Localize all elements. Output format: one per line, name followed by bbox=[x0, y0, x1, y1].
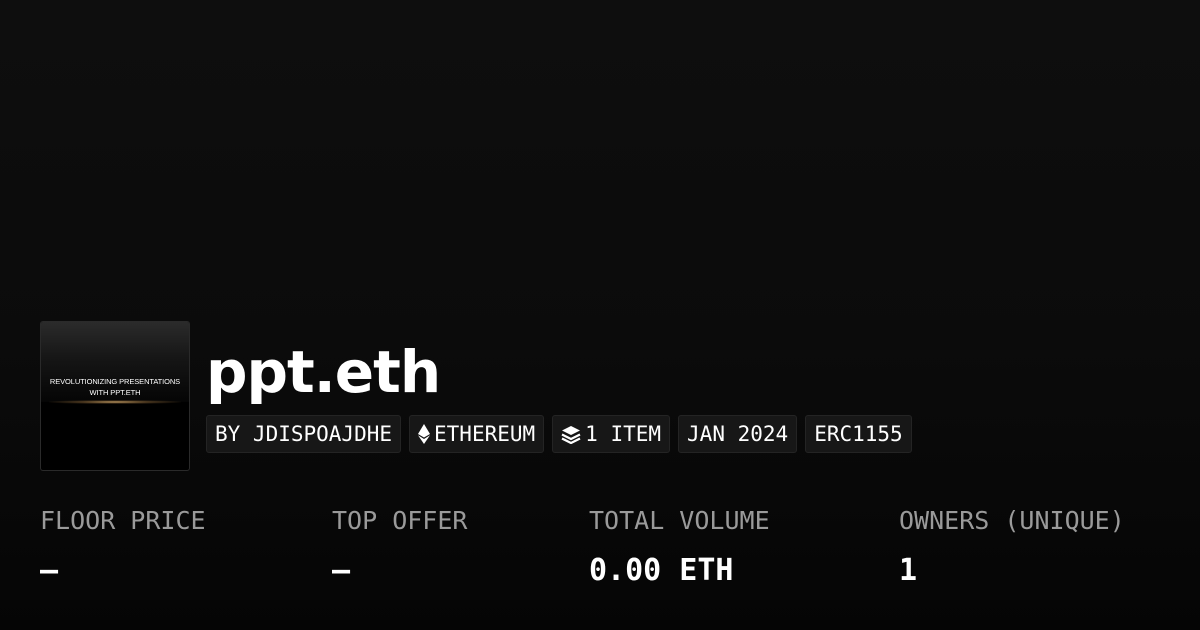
date-tag-label: JAN 2024 bbox=[687, 422, 789, 446]
standard-tag: ERC1155 bbox=[805, 415, 912, 453]
item-count-tag: 1 ITEM bbox=[552, 415, 671, 453]
stat-total-volume-value: 0.00 ETH bbox=[589, 553, 734, 588]
collection-thumbnail: REVOLUTIONIZING PRESENTATIONS WITH PPT.E… bbox=[40, 321, 190, 471]
stat-floor-price: FLOOR PRICE – bbox=[40, 503, 206, 589]
thumbnail-caption-line-1: REVOLUTIONIZING PRESENTATIONS bbox=[49, 377, 181, 386]
collection-share-card: REVOLUTIONIZING PRESENTATIONS WITH PPT.E… bbox=[0, 0, 1200, 630]
creator-tag: BY JDISPOAJDHE bbox=[206, 415, 402, 453]
stat-total-volume-label: TOTAL VOLUME bbox=[589, 506, 770, 535]
stat-top-offer: TOP OFFER – bbox=[332, 503, 467, 589]
thumbnail-caption: REVOLUTIONIZING PRESENTATIONS WITH PPT.E… bbox=[41, 376, 189, 398]
thumbnail-glow bbox=[49, 400, 181, 404]
stat-top-offer-value: – bbox=[332, 553, 351, 588]
stat-floor-price-label: FLOOR PRICE bbox=[40, 506, 206, 535]
collection-tags: BY JDISPOAJDHE ETHEREUM 1 ITEM JAN 2024 … bbox=[206, 415, 912, 453]
stat-total-volume: TOTAL VOLUME 0.00 ETH bbox=[589, 503, 770, 589]
ethereum-icon bbox=[418, 424, 431, 444]
chain-tag-label: ETHEREUM bbox=[434, 422, 536, 446]
thumbnail-caption-line-2: WITH PPT.ETH bbox=[89, 388, 141, 397]
chain-tag: ETHEREUM bbox=[409, 415, 545, 453]
item-count-label: 1 ITEM bbox=[585, 422, 662, 446]
stat-owners-value: 1 bbox=[899, 553, 918, 588]
date-tag: JAN 2024 bbox=[678, 415, 798, 453]
collection-title: ppt.eth bbox=[206, 338, 441, 406]
creator-tag-label: BY JDISPOAJDHE bbox=[215, 422, 393, 446]
layers-icon bbox=[561, 424, 581, 444]
stat-top-offer-label: TOP OFFER bbox=[332, 506, 468, 535]
standard-tag-label: ERC1155 bbox=[814, 422, 903, 446]
stat-owners-label: OWNERS (UNIQUE) bbox=[899, 506, 1125, 535]
stat-owners: OWNERS (UNIQUE) 1 bbox=[899, 503, 1125, 589]
stat-floor-price-value: – bbox=[40, 553, 59, 588]
